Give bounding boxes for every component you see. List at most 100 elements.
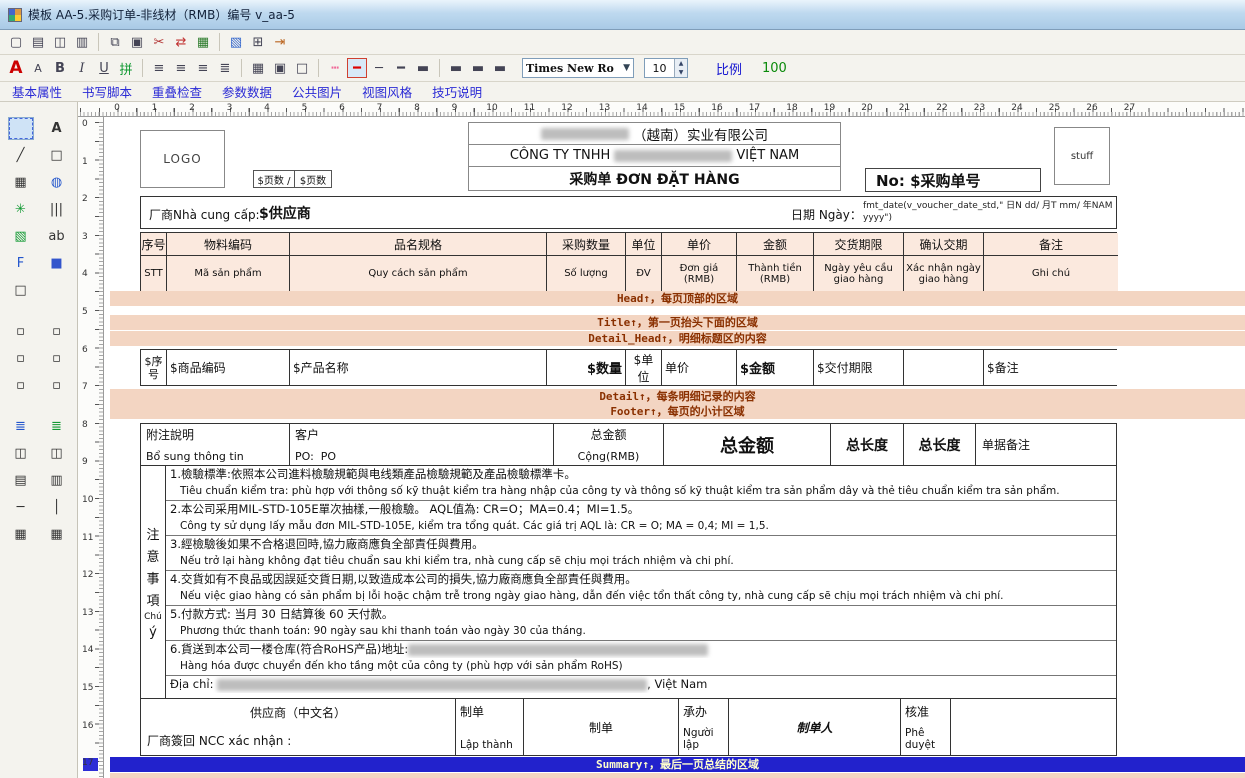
doc-remark-field[interactable]: 单据备注 <box>976 424 1118 465</box>
total-length-field-1[interactable]: 总长度 <box>831 424 904 465</box>
note-item[interactable]: 5.付款方式: 当月 30 日結算後 60 天付款。Phương thức th… <box>166 606 1116 641</box>
company-name-vn[interactable]: CÔNG TY TNHH VIỆT NAM <box>468 144 841 167</box>
tab-1[interactable]: 基本属性 <box>12 82 62 101</box>
col-header-cn[interactable]: 金额 <box>737 233 814 256</box>
page-head-tool[interactable]: ≣ <box>9 416 33 437</box>
select-tool[interactable] <box>9 118 33 139</box>
col-header-vn[interactable]: Quy cách sản phẩm <box>290 256 547 291</box>
page-number-field[interactable]: $页数 / <box>253 170 295 188</box>
tab-6[interactable]: 视图风格 <box>362 82 412 101</box>
col-header-cn[interactable]: 物料编码 <box>167 233 290 256</box>
align-left-button[interactable]: ≡ <box>149 58 169 78</box>
col-header-cn[interactable]: 品名规格 <box>290 233 547 256</box>
layout-tool-2[interactable]: ▫ <box>45 321 69 342</box>
layout-tool-5[interactable]: ▫ <box>9 375 33 396</box>
detail-record-row[interactable]: $序号$商品编码$产品名称$数量$单位单价$金额$交付期限$备注 <box>140 349 1117 386</box>
swap-fields-button[interactable]: ⇄ <box>171 32 191 52</box>
date-format-expression[interactable]: fmt_date(v_voucher_date_std," 日N dd/ 月T … <box>863 200 1113 224</box>
po-number-field[interactable]: No: $采购单号 <box>865 168 1041 192</box>
border-outer-button[interactable]: ▣ <box>270 58 290 78</box>
hline-tool[interactable]: ─ <box>9 497 33 518</box>
supplier-row[interactable]: 厂商Nhà cung cấp: $供应商 日期 Ngày： fmt_date(v… <box>140 196 1117 229</box>
barcode-tool[interactable]: ||| <box>45 199 69 220</box>
detail-field[interactable]: $序号 <box>141 350 167 385</box>
detail-field[interactable]: $备注 <box>984 350 1118 385</box>
fill-color-swatch[interactable]: ■ <box>45 253 69 274</box>
border-none-button[interactable]: □ <box>292 58 312 78</box>
font-color-button[interactable]: A <box>6 58 26 78</box>
note-item[interactable]: 4.交貨如有不良品或因誤延交貨日期,以致造成本公司的損失,協力廠商應負全部責任與… <box>166 571 1116 606</box>
bar-style-1-button[interactable]: ▬ <box>446 58 466 78</box>
line-thin-button[interactable]: ─ <box>369 58 389 78</box>
total-amount-field[interactable]: 总金额 <box>664 424 831 465</box>
bar-style-3-button[interactable]: ▬ <box>490 58 510 78</box>
align-center-button[interactable]: ≡ <box>171 58 191 78</box>
rect-tool[interactable]: □ <box>45 145 69 166</box>
stuff-box[interactable]: stuff <box>1054 127 1110 185</box>
layout-tool-1[interactable]: ▫ <box>9 321 33 342</box>
font-small-button[interactable]: A <box>28 58 48 78</box>
company-name-cn[interactable]: （越南）实业有限公司 <box>468 122 841 145</box>
insert-chart-button[interactable]: ▧ <box>226 32 246 52</box>
detail-field[interactable]: $金额 <box>737 350 814 385</box>
note-item[interactable]: 3.經檢驗後如果不合格退回時,協力廠商應負全部責任與費用。Nếu trở lại… <box>166 536 1116 571</box>
table-tool[interactable]: ▦ <box>9 172 33 193</box>
tab-4[interactable]: 参数数据 <box>222 82 272 101</box>
font-family-select[interactable]: Times New Ro ▼ <box>522 58 634 78</box>
detail-field[interactable]: $交付期限 <box>814 350 904 385</box>
signature-empty-cell[interactable] <box>951 699 1118 755</box>
detail-field[interactable]: $产品名称 <box>290 350 547 385</box>
col-header-vn[interactable]: ĐV <box>626 256 662 291</box>
col-header-cn[interactable]: 序号 <box>141 233 167 256</box>
page-foot-tool[interactable]: ≣ <box>45 416 69 437</box>
tab-5[interactable]: 公共图片 <box>292 82 342 101</box>
layout-tool-3[interactable]: ▫ <box>9 348 33 369</box>
note-item[interactable]: Địa chỉ: , Việt Nam <box>166 676 1116 693</box>
tab-3[interactable]: 重叠检查 <box>152 82 202 101</box>
supplier-field[interactable]: $供应商 <box>259 203 311 223</box>
col-header-cn[interactable]: 单价 <box>662 233 737 256</box>
label-tool[interactable]: ab <box>45 226 69 247</box>
align-tools-button[interactable]: ⊞ <box>248 32 268 52</box>
col-header-vn[interactable]: Thành tiền (RMB) <box>737 256 814 291</box>
border-all-button[interactable]: ▦ <box>248 58 268 78</box>
paste-button[interactable]: ▣ <box>127 32 147 52</box>
detail-field[interactable]: $商品编码 <box>167 350 290 385</box>
detail-field[interactable]: $数量 <box>547 350 626 385</box>
font-size-spinner[interactable]: 10 ▲▼ <box>644 58 688 78</box>
chart-tool[interactable]: ▧ <box>9 226 33 247</box>
col-header-vn[interactable]: Số lượng <box>547 256 626 291</box>
company-header-block[interactable]: （越南）实业有限公司 CÔNG TY TNHH VIỆT NAM 采购单 ĐƠN… <box>468 122 841 191</box>
subtotal-section[interactable]: 附注說明 Bổ sung thông tin 客户 PO: PO 总金额 Cộn… <box>140 423 1117 466</box>
col-header-cn[interactable]: 采购数量 <box>547 233 626 256</box>
save-button[interactable]: ◫ <box>50 32 70 52</box>
note-item[interactable]: 1.檢驗標準:依照本公司進料檢驗規範與电线類產品檢驗規範及產品檢驗標準卡。Tiê… <box>166 466 1116 501</box>
logo-placeholder[interactable]: LOGO <box>140 130 225 188</box>
detail-field[interactable]: $单位 <box>626 350 662 385</box>
band-detail[interactable]: Detail↑，每条明细记录的内容 <box>110 389 1245 404</box>
detail-field[interactable] <box>904 350 984 385</box>
tab-2[interactable]: 书写脚本 <box>82 82 132 101</box>
line-medium-button[interactable]: ━ <box>391 58 411 78</box>
col-header-cn[interactable]: 确认交期 <box>904 233 984 256</box>
col-header-vn[interactable]: Đơn giá (RMB) <box>662 256 737 291</box>
doc-title[interactable]: 采购单 ĐƠN ĐẶT HÀNG <box>468 166 841 191</box>
layout-tool-6[interactable]: ▫ <box>45 375 69 396</box>
print-preview-button[interactable]: ▥ <box>72 32 92 52</box>
undertaker-label-cell[interactable]: 承办 Người lập <box>679 699 729 755</box>
band-detail-head[interactable]: Detail_Head↑，明细标题区的内容 <box>110 331 1245 346</box>
band-tool-1[interactable]: ◫ <box>9 443 33 464</box>
line-thick-button[interactable]: ▬ <box>413 58 433 78</box>
align-right-button[interactable]: ≡ <box>193 58 213 78</box>
col-header-vn[interactable]: Xác nhận ngày giao hàng <box>904 256 984 291</box>
line-style-red-button[interactable]: ━ <box>347 58 367 78</box>
bold-button[interactable]: B <box>50 58 70 78</box>
line-tool[interactable]: ╱ <box>9 145 33 166</box>
total-label-cell[interactable]: 总金额 Cộng(RMB) <box>554 424 664 465</box>
band-footer[interactable]: Footer↑，每页的小计区域 <box>110 404 1245 419</box>
field-tool[interactable]: F <box>9 253 33 274</box>
design-canvas[interactable]: LOGO $页数 / $页数 （越南）实业有限公司 CÔNG TY TNHH V… <box>104 117 1245 778</box>
layout-tool-4[interactable]: ▫ <box>45 348 69 369</box>
page-total-field[interactable]: $页数 <box>294 170 332 188</box>
grid-tool-2[interactable]: ▦ <box>45 524 69 545</box>
